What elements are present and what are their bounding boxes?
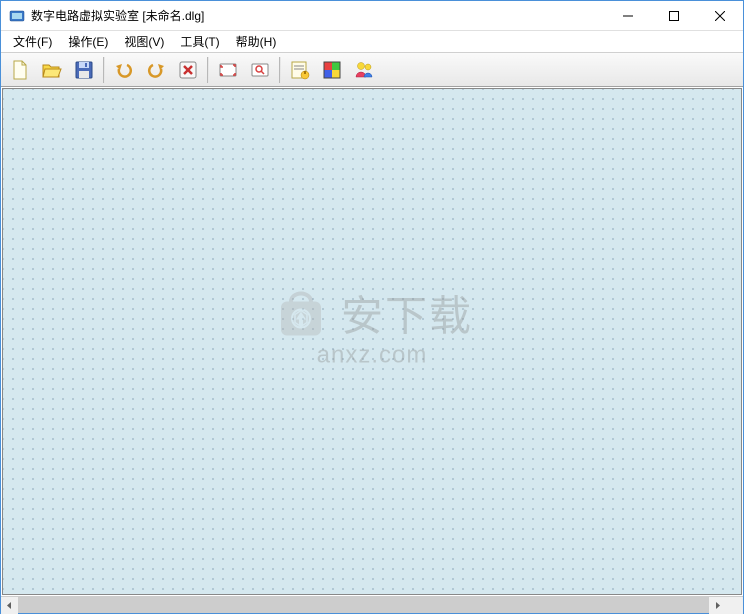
horizontal-scrollbar[interactable] xyxy=(1,596,743,613)
scroll-left-button[interactable] xyxy=(1,597,18,614)
scroll-track[interactable] xyxy=(18,597,709,613)
scroll-right-button[interactable] xyxy=(709,597,726,614)
delete-button[interactable] xyxy=(173,56,203,84)
users-button[interactable] xyxy=(349,56,379,84)
users-icon xyxy=(353,59,375,81)
canvas-area: 安下载 anxz.com xyxy=(2,88,742,595)
properties-button[interactable] xyxy=(285,56,315,84)
scroll-corner xyxy=(726,597,743,614)
watermark: 安下载 anxz.com xyxy=(271,283,473,370)
new-button[interactable] xyxy=(5,56,35,84)
watermark-url: anxz.com xyxy=(271,342,473,370)
window-controls xyxy=(605,1,743,30)
titlebar: 数字电路虚拟实验室 [未命名.dlg] xyxy=(1,1,743,31)
menu-view[interactable]: 视图(V) xyxy=(116,31,172,52)
close-button[interactable] xyxy=(697,1,743,30)
maximize-button[interactable] xyxy=(651,1,697,30)
menu-edit[interactable]: 操作(E) xyxy=(60,31,116,52)
watermark-bag-icon xyxy=(271,283,331,343)
redo-icon xyxy=(145,59,167,81)
toolbar-separator xyxy=(103,57,105,83)
save-button[interactable] xyxy=(69,56,99,84)
open-button[interactable] xyxy=(37,56,67,84)
app-window: 数字电路虚拟实验室 [未命名.dlg] 文件(F) 操作(E) 视图(V) 工具… xyxy=(0,0,744,614)
properties-icon xyxy=(289,59,311,81)
toolbar xyxy=(1,53,743,87)
menu-file[interactable]: 文件(F) xyxy=(5,31,60,52)
folder-open-icon xyxy=(41,59,63,81)
zoom-fit-button[interactable] xyxy=(213,56,243,84)
delete-icon xyxy=(177,59,199,81)
app-icon xyxy=(9,8,25,24)
palette-icon xyxy=(321,59,343,81)
scroll-thumb[interactable] xyxy=(18,597,709,613)
new-document-icon xyxy=(9,59,31,81)
menubar: 文件(F) 操作(E) 视图(V) 工具(T) 帮助(H) xyxy=(1,31,743,53)
toolbar-separator xyxy=(279,57,281,83)
zoom-region-icon xyxy=(249,59,271,81)
watermark-text: 安下载 xyxy=(341,283,473,344)
window-title: 数字电路虚拟实验室 [未命名.dlg] xyxy=(31,7,605,24)
minimize-button[interactable] xyxy=(605,1,651,30)
zoom-fit-icon xyxy=(217,59,239,81)
palette-button[interactable] xyxy=(317,56,347,84)
menu-tools[interactable]: 工具(T) xyxy=(172,31,227,52)
menu-help[interactable]: 帮助(H) xyxy=(228,31,285,52)
floppy-disk-icon xyxy=(73,59,95,81)
zoom-region-button[interactable] xyxy=(245,56,275,84)
toolbar-separator xyxy=(207,57,209,83)
redo-button[interactable] xyxy=(141,56,171,84)
undo-icon xyxy=(113,59,135,81)
design-canvas[interactable]: 安下载 anxz.com xyxy=(3,89,741,594)
undo-button[interactable] xyxy=(109,56,139,84)
